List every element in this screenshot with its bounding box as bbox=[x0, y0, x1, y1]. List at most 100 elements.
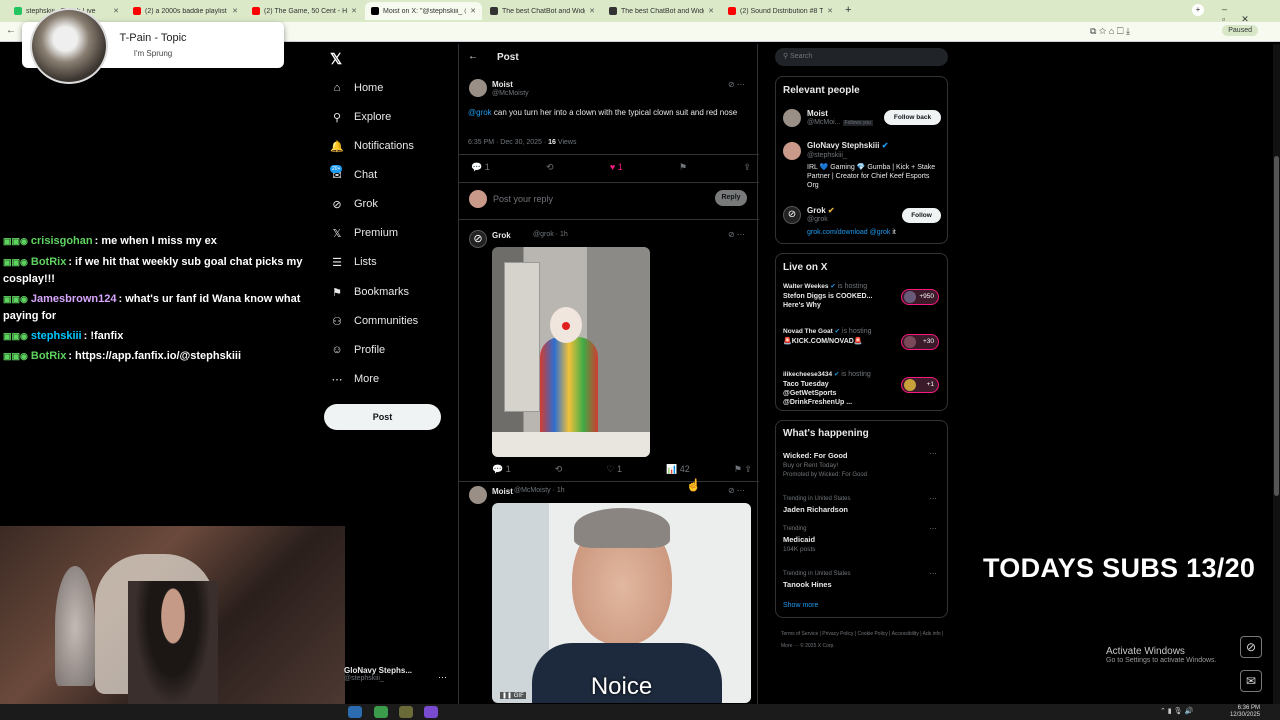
window-controls[interactable]: –▫✕ bbox=[1222, 4, 1280, 25]
trend-more-icon[interactable]: ⋯ bbox=[929, 569, 937, 578]
post-author-name[interactable]: Moist bbox=[492, 80, 513, 89]
person-handle[interactable]: @grok bbox=[807, 216, 828, 223]
post-author-handle[interactable]: @McMoisty bbox=[492, 90, 529, 97]
live-host[interactable]: Novad The Goat ✔ is hosting bbox=[783, 327, 872, 335]
nav-item-explore[interactable]: ⚲ Explore bbox=[330, 106, 391, 128]
bookmark-button[interactable]: ⚑ ⇪ bbox=[734, 464, 752, 475]
person-handle[interactable]: @McMoi... Follows you bbox=[807, 119, 873, 126]
browser-tab[interactable]: (2) a 2000s baddie playlist to b ✕ bbox=[127, 2, 244, 20]
taskbar-app-icon[interactable] bbox=[348, 706, 362, 718]
profile-paused-badge[interactable]: Paused bbox=[1222, 25, 1258, 36]
browser-tab[interactable]: The best ChatBot and Widgets ✕ bbox=[603, 2, 720, 20]
person-name[interactable]: GloNavy Stephskiii ✔ bbox=[807, 141, 888, 150]
like-button[interactable]: ♡ 1 bbox=[606, 464, 622, 475]
like-button[interactable]: ♥ 1 bbox=[610, 162, 623, 173]
reply-input[interactable]: Post your reply bbox=[493, 194, 553, 204]
views-button[interactable]: 📊 42 bbox=[666, 464, 690, 475]
tab-close-icon[interactable]: ✕ bbox=[708, 7, 714, 15]
tab-close-icon[interactable]: ✕ bbox=[351, 7, 357, 15]
footer-links[interactable]: Terms of Service | Privacy Policy | Cook… bbox=[781, 628, 946, 652]
taskbar-app-icon[interactable] bbox=[424, 706, 438, 718]
scrollbar-thumb[interactable] bbox=[1274, 156, 1279, 496]
reply-author-name[interactable]: Grok bbox=[492, 231, 511, 240]
live-listeners-badge[interactable]: +1 bbox=[901, 377, 939, 393]
compose-post-button[interactable]: Post bbox=[324, 404, 441, 430]
account-more-icon[interactable]: ⋯ bbox=[438, 672, 447, 683]
trend-title[interactable]: Tanook Hines bbox=[783, 580, 832, 589]
taskbar-app-icon[interactable] bbox=[399, 706, 413, 718]
reply-gif[interactable]: Noice ❚❚ GIF bbox=[492, 503, 751, 703]
reply-button[interactable]: 💬 1 bbox=[492, 464, 511, 475]
grok-icon[interactable]: ⊘ bbox=[783, 206, 801, 224]
browser-tab[interactable]: The best ChatBot and Widgets ✕ bbox=[484, 2, 601, 20]
chrome-icon[interactable] bbox=[374, 706, 388, 718]
search-input[interactable]: ⚲ Search bbox=[775, 48, 948, 66]
toolbar-icons[interactable]: ⧉ ☆ ⌂ ☐ ⤓ bbox=[1090, 26, 1130, 37]
chat-username[interactable]: stephskiii bbox=[31, 330, 82, 342]
reply-author-handle[interactable]: @McMoisty · 1h bbox=[514, 487, 565, 494]
share-button[interactable]: ⇪ bbox=[743, 162, 751, 173]
grok-download-link[interactable]: grok.com/download bbox=[807, 229, 868, 236]
taskbar-clock[interactable]: 6:36 PM 12/30/2025 bbox=[1230, 705, 1260, 719]
nav-item-home[interactable]: ⌂ Home bbox=[330, 77, 384, 99]
new-tab-button[interactable]: + bbox=[845, 4, 851, 16]
browser-tab[interactable]: (2) Sound Distribution #8 Trap✕ bbox=[722, 2, 839, 20]
live-listeners-badge[interactable]: +950 bbox=[901, 289, 939, 305]
reply-author-name[interactable]: Moist bbox=[492, 487, 513, 496]
live-host[interactable]: ilikecheese3434 ✔ is hosting bbox=[783, 370, 871, 378]
bookmark-button[interactable]: ⚑ bbox=[679, 162, 687, 173]
follow-back-button[interactable]: Follow back bbox=[884, 110, 941, 125]
person-handle[interactable]: @stephskiii_ bbox=[807, 152, 847, 159]
reply-button[interactable]: Reply bbox=[715, 190, 747, 206]
tab-close-icon[interactable]: ✕ bbox=[827, 7, 833, 15]
tab-close-icon[interactable]: ✕ bbox=[232, 7, 238, 15]
page-scrollbar[interactable] bbox=[1273, 44, 1280, 704]
more-icon[interactable]: ⊘ ⋯ bbox=[728, 230, 745, 239]
account-switcher[interactable]: GloNavy Stephs... @stephskiii_ bbox=[344, 666, 412, 682]
reply-author-handle[interactable]: @grok · 1h bbox=[533, 231, 568, 238]
browser-tab[interactable]: (2) The Game, 50 Cent - Hate It✕ bbox=[246, 2, 363, 20]
avatar[interactable] bbox=[783, 142, 801, 160]
nav-item-communities[interactable]: ⚇ Communities bbox=[330, 310, 418, 332]
follow-button[interactable]: Follow bbox=[902, 208, 941, 223]
nav-item-more[interactable]: ⋯ More bbox=[330, 368, 380, 390]
messages-floating-icon[interactable]: ✉ bbox=[1240, 670, 1262, 692]
mention-link[interactable]: @grok bbox=[468, 108, 492, 117]
avatar[interactable] bbox=[783, 109, 801, 127]
tab-close-icon[interactable]: ✕ bbox=[589, 7, 595, 15]
nav-item-premium[interactable]: 𝕏 Premium bbox=[330, 222, 398, 244]
nav-item-bookmarks[interactable]: ⚑ Bookmarks bbox=[330, 281, 409, 303]
grok-generated-image[interactable] bbox=[492, 247, 650, 457]
reply-button[interactable]: 💬 1 bbox=[471, 162, 490, 173]
tab-close-icon[interactable]: ✕ bbox=[470, 7, 476, 15]
trend-title[interactable]: Medicaid bbox=[783, 535, 815, 544]
nav-item-notifications[interactable]: 🔔 Notifications bbox=[330, 135, 414, 157]
repost-button[interactable]: ⟲ bbox=[546, 162, 554, 173]
trend-more-icon[interactable]: ⋯ bbox=[929, 494, 937, 503]
show-more-link[interactable]: Show more bbox=[783, 602, 818, 609]
avatar[interactable] bbox=[469, 79, 487, 97]
grok-floating-icon[interactable]: ⊘ bbox=[1240, 636, 1262, 658]
nav-item-grok[interactable]: ⊘ Grok bbox=[330, 193, 377, 215]
tray-icons[interactable]: ⌃ ▮ 🎙 🔊 bbox=[1160, 707, 1193, 715]
browser-tab[interactable]: Moist on X: "@stephskiii_ @gr ✕ bbox=[365, 2, 482, 20]
extension-icon[interactable]: + bbox=[1192, 4, 1204, 16]
more-icon[interactable]: ⊘ ⋯ bbox=[728, 486, 745, 495]
trend-more-icon[interactable]: ⋯ bbox=[929, 449, 937, 458]
live-title[interactable]: Taco Tuesday @GetWetSports @DrinkFreshen… bbox=[783, 380, 883, 407]
nav-item-profile[interactable]: ☺ Profile bbox=[330, 339, 385, 361]
live-listeners-badge[interactable]: +30 bbox=[901, 334, 939, 350]
tab-close-icon[interactable]: ✕ bbox=[113, 7, 119, 15]
person-name[interactable]: Grok ✔ bbox=[807, 206, 835, 215]
back-arrow-icon[interactable]: ← bbox=[6, 25, 16, 36]
chat-username[interactable]: Jamesbrown124 bbox=[31, 293, 117, 305]
person-name[interactable]: Moist bbox=[807, 109, 828, 118]
chat-username[interactable]: crisisgohan bbox=[31, 235, 93, 247]
x-logo-icon[interactable]: 𝕏 bbox=[330, 50, 342, 68]
grok-avatar-icon[interactable]: ⊘ bbox=[469, 230, 487, 248]
trend-title[interactable]: Jaden Richardson bbox=[783, 505, 848, 514]
live-title[interactable]: Stefon Diggs is COOKED... Here's Why bbox=[783, 292, 883, 310]
nav-item-lists[interactable]: ☰ Lists bbox=[330, 251, 377, 273]
avatar[interactable] bbox=[469, 486, 487, 504]
repost-button[interactable]: ⟲ bbox=[555, 464, 563, 475]
